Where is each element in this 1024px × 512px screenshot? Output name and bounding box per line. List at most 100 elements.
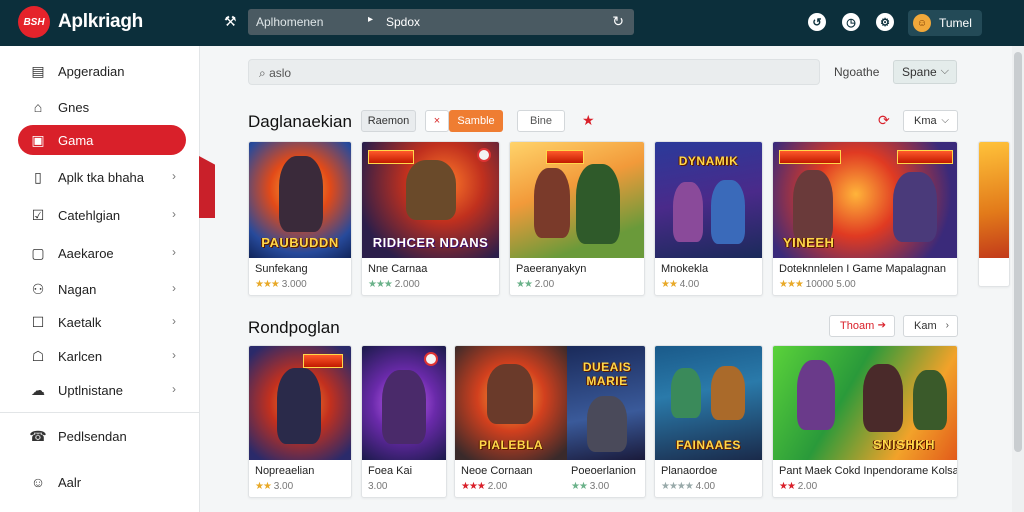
game-rating: 3.00 <box>368 481 388 492</box>
cover-emblem <box>477 148 491 162</box>
character-figure <box>576 164 620 244</box>
game-title: Planaordoe <box>661 465 718 477</box>
cover-title: RIDHCER NDANS <box>372 235 489 250</box>
sidebar-item-gnes[interactable]: ⌂ Gnes <box>18 92 186 122</box>
clock-icon[interactable]: ◷ <box>842 13 860 31</box>
character-figure <box>673 182 703 242</box>
sidebar-item-uptlnistane[interactable]: ☁ Uptlnistane › <box>18 375 186 405</box>
chevron-right-icon: › <box>172 169 176 183</box>
game-rating: ★★ 3.00 <box>255 481 294 492</box>
game-card[interactable]: PIALEBLA DUEAIS MARIE Neoe Cornaan ★★★ 2… <box>454 345 646 498</box>
search-placeholder: ⌕ aslo <box>259 66 292 80</box>
game-title: Nne Carnaa <box>368 263 428 275</box>
chevron-right-icon: › <box>172 207 176 221</box>
game-title: Paeeranyakyn <box>516 263 587 275</box>
chevron-right-icon: › <box>172 382 176 396</box>
cover-emblem <box>424 352 438 366</box>
arrow-icon: ▸ <box>368 14 374 25</box>
game-card[interactable]: FAINAAES Planaordoe ★★★★ 4.00 <box>654 345 763 498</box>
game-card[interactable]: YINEEH Doteknnlelen I Game Mapalagnan ★★… <box>772 141 958 296</box>
character-figure <box>279 156 323 232</box>
sidebar-item-nagan[interactable]: ⚇ Nagan › <box>18 274 186 304</box>
more-button[interactable]: Kma ⌵ <box>903 110 958 132</box>
sidebar-item-kaetalk[interactable]: ☐ Kaetalk › <box>18 307 186 337</box>
sidebar-item-aalr[interactable]: ☺ Aalr <box>18 467 186 497</box>
sidebar-item-label: Kaetalk <box>58 314 102 330</box>
game-title: Mnokekla <box>661 263 709 275</box>
chevron-down-icon: ⌵ <box>941 115 949 126</box>
sidebar-item-label: Gnes <box>58 99 90 115</box>
cover-badge <box>303 354 343 368</box>
sidebar-item-pedlsendan[interactable]: ☎ Pedlsendan <box>18 421 186 451</box>
refresh-icon[interactable]: ↻ <box>612 13 624 30</box>
home-icon: ⌂ <box>33 99 43 115</box>
game-cover-image: FAINAAES <box>655 346 762 460</box>
brand-name: Aplkriagh <box>58 11 143 32</box>
nav-label[interactable]: Ngoathe <box>834 65 879 79</box>
section-title: Rondpoglan <box>248 318 340 337</box>
game-cover-image: PIALEBLA <box>455 346 567 460</box>
character-figure <box>534 168 570 238</box>
game-title: Foea Kai <box>368 465 413 477</box>
filter-chip-other[interactable]: Bine <box>517 110 565 132</box>
character-figure <box>793 170 833 242</box>
sidebar-divider <box>0 412 199 413</box>
user-icon: ☺ <box>30 474 46 490</box>
character-figure <box>406 160 456 220</box>
settings-icon[interactable]: ⚙ <box>876 13 894 31</box>
cover-title: DUEAIS MARIE <box>582 360 632 388</box>
sidebar-item-label: Pedlsendan <box>58 428 127 444</box>
cloud-icon: ☁ <box>31 381 45 398</box>
game-card[interactable]: Foea Kai 3.00 <box>361 345 447 498</box>
game-cover-image <box>979 142 1009 258</box>
sidebar-item-gama[interactable]: ▣ Gama <box>18 125 186 155</box>
address-bar[interactable]: Aplhomenen ▸ Spdox ↻ <box>248 9 634 35</box>
search-input[interactable]: ⌕ aslo <box>248 59 820 85</box>
people-icon: ⚇ <box>31 280 45 297</box>
cover-badge <box>897 150 953 164</box>
scrollbar-thumb[interactable] <box>1014 52 1022 452</box>
game-card[interactable]: Nopreaelian ★★ 3.00 <box>248 345 352 498</box>
active-filter-chip[interactable]: Samble <box>449 110 503 132</box>
sidebar-item-karlcen[interactable]: ☖ Karlcen › <box>18 341 186 371</box>
clear-filter-button[interactable]: × <box>425 110 449 132</box>
history-icon[interactable]: ↺ <box>808 13 826 31</box>
more-button-label: Kma <box>914 115 937 127</box>
chevron-right-icon: › <box>172 348 176 362</box>
app-logo[interactable]: BSH <box>18 6 50 38</box>
character-figure <box>277 368 321 444</box>
cover-title: FAINAAES <box>676 438 741 452</box>
character-figure <box>913 370 947 430</box>
sidebar-item-apgeradian[interactable]: ▤ Apgeradian <box>18 56 186 86</box>
cover-badge <box>779 150 841 164</box>
game-card[interactable]: PAUBUDDN Sunfekang ★★★ 3.000 <box>248 141 352 296</box>
game-card[interactable]: Paeeranyakyn ★★ 2.00 <box>509 141 645 296</box>
support-icon: ☎ <box>29 427 47 444</box>
more-button[interactable]: Kam › <box>903 315 958 337</box>
trending-button-label: Thoam <box>840 320 875 332</box>
game-card[interactable]: SNISHKH Pant Maek Cokd Inpendorame Kolsa… <box>772 345 958 498</box>
trending-button[interactable]: Thoam ➔ <box>829 315 895 337</box>
sidebar-item-aaekaroe[interactable]: ▢ Aaekaroe › <box>18 238 186 268</box>
game-rating: ★★ 3.00 <box>571 481 610 492</box>
user-menu[interactable]: ☺ Tumel <box>908 10 982 36</box>
character-figure <box>711 180 745 244</box>
sort-dropdown[interactable]: Spane ⌵ <box>893 60 957 84</box>
sidebar-item-catehlgian[interactable]: ☑ Catehlgian › <box>18 200 186 230</box>
game-card[interactable]: DYNAMIK Mnokekla ★★ 4.00 <box>654 141 763 296</box>
wrench-icon[interactable]: ⚒ <box>224 13 237 30</box>
refresh-icon[interactable]: ⟳ <box>878 112 890 129</box>
sidebar-item-label: Karlcen <box>58 348 103 364</box>
game-card-partial[interactable] <box>978 141 1010 287</box>
character-figure <box>893 172 937 242</box>
window-icon: ▤ <box>31 62 45 79</box>
chevron-right-icon: › <box>172 281 176 295</box>
game-card[interactable]: RIDHCER NDANS Nne Carnaa ★★★ 2.000 <box>361 141 500 296</box>
favorite-star-icon[interactable]: ★ <box>582 112 595 129</box>
section-title: Daglanaekian <box>248 112 352 131</box>
filter-chip[interactable]: Raemon <box>361 110 416 132</box>
game-cover-image <box>362 346 446 460</box>
game-rating: ★★★★ 4.00 <box>661 481 716 492</box>
sidebar-item-aplk-tka-bhaha[interactable]: ▯ Aplk tka bhaha › <box>18 162 186 192</box>
address-right-text: Spdox <box>386 15 421 29</box>
